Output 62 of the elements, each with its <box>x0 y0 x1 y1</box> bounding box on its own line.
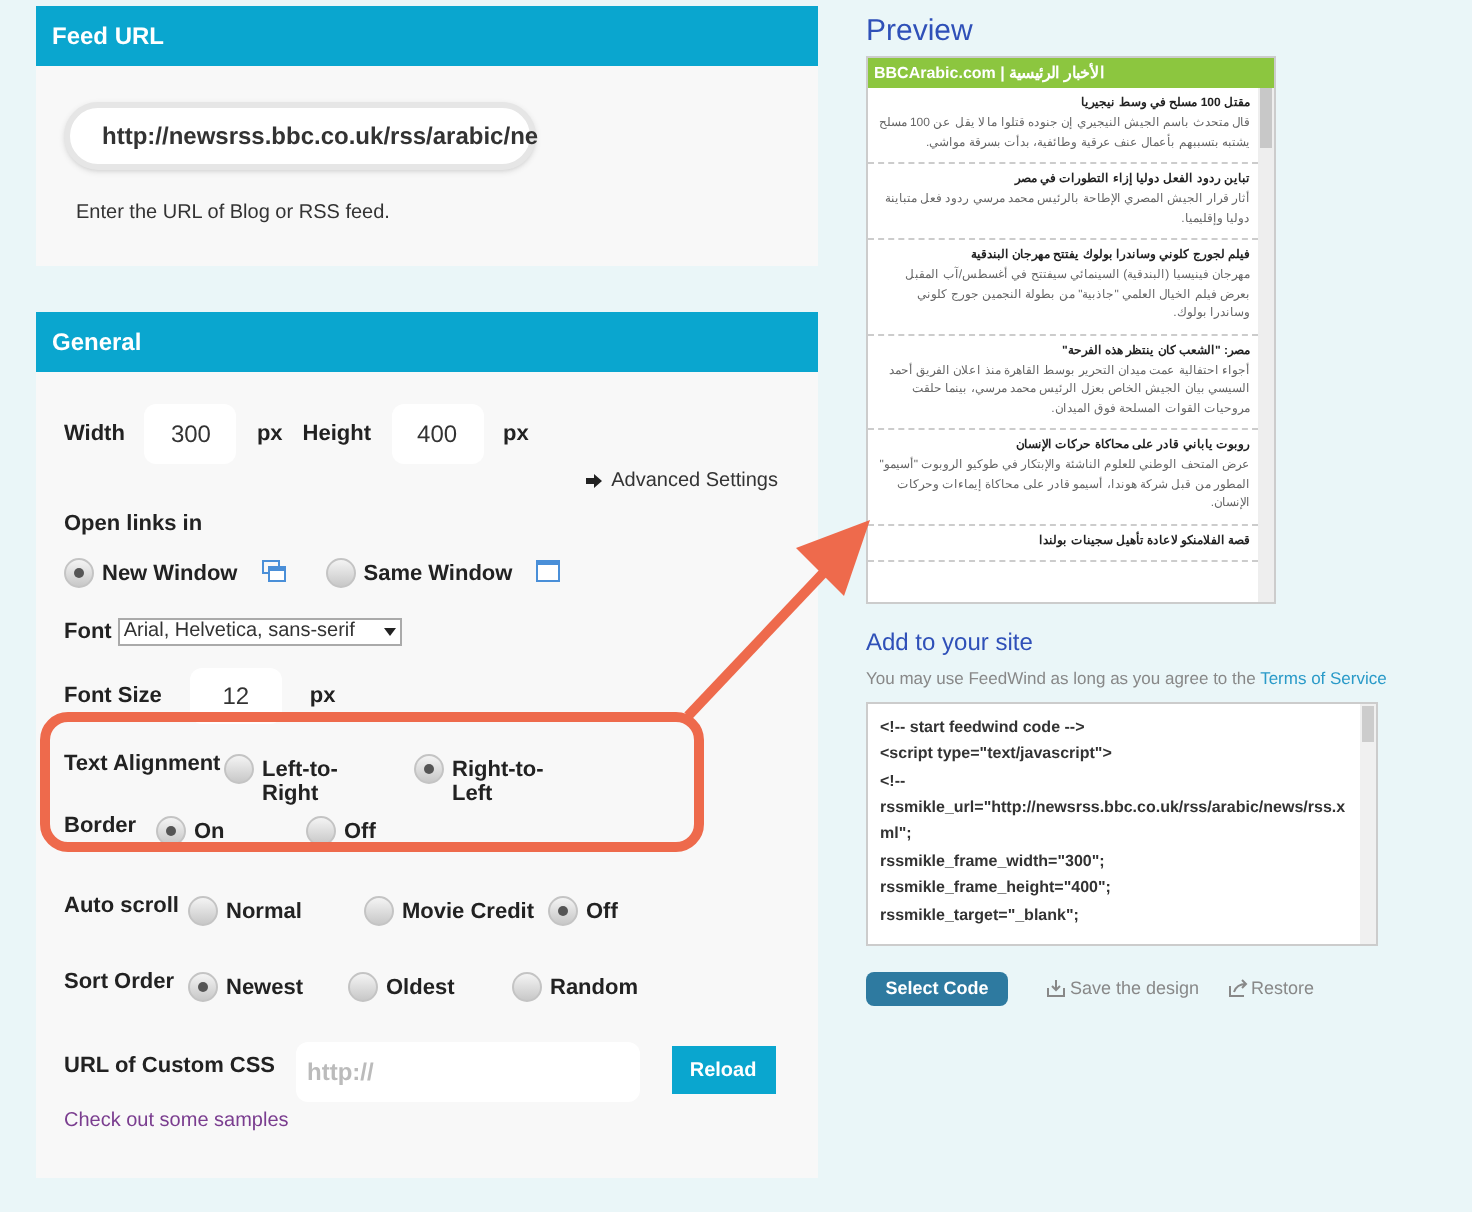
scrollbar[interactable] <box>1360 703 1376 944</box>
radio-button[interactable] <box>348 972 378 1002</box>
field-label: Border <box>64 814 139 840</box>
field-label: Font <box>64 617 112 647</box>
radio-label: Movie Credit <box>402 900 535 924</box>
radio-label: Off <box>344 820 376 844</box>
radio-button[interactable] <box>325 557 356 587</box>
widget-title: الأخبار الرئيسية | BBCArabic.com <box>868 58 1274 88</box>
code-textarea[interactable] <box>866 701 1378 946</box>
terms-notice: You may use FeedWind as long as you agree to the <box>866 668 1256 688</box>
radio-label: Oldest <box>386 976 455 1000</box>
scrollbar[interactable] <box>1258 88 1274 602</box>
radio-label: Off <box>586 900 618 924</box>
scrollbar-thumb[interactable] <box>1260 88 1272 148</box>
panel-header: General <box>36 312 818 372</box>
windows-icon <box>261 560 286 582</box>
hint-text: Enter the URL of Blog or RSS feed. <box>76 200 392 228</box>
radio-label: Normal <box>226 900 302 924</box>
radio-button[interactable] <box>414 754 444 784</box>
radio-label: Right-to- Left <box>452 758 544 806</box>
height-field[interactable]: 400 <box>391 404 484 464</box>
embed-code: <!-- start feedwind code --> <script type="text/javascript"> <!-- rssmikle_url="http://newsrss.bbc.co.uk/rss/arabic/news/rss.xml"; rssmikle_frame_width="300"; rssmikle_frame_height="400"; rssmikle_target="_blank"; <box>878 715 1348 928</box>
radio-button[interactable] <box>548 896 578 926</box>
arrow-icon <box>585 473 602 487</box>
field-label: Height <box>302 419 372 450</box>
radio-label: Newest <box>226 976 304 1000</box>
radio-button[interactable] <box>364 896 394 926</box>
preview-title: Preview <box>866 14 975 50</box>
field-label: Text Alignment <box>64 752 223 778</box>
radio-button[interactable] <box>188 896 218 926</box>
radio-label: Same Window <box>363 561 513 585</box>
field-label: px <box>256 419 283 450</box>
field-label: px <box>309 681 336 712</box>
advanced-settings-link[interactable]: Advanced Settings <box>611 465 778 495</box>
radio-button[interactable] <box>512 972 542 1002</box>
field-label: Width <box>64 419 125 450</box>
field-label: px <box>503 419 529 450</box>
custom-css-field[interactable]: http:// <box>295 1042 640 1102</box>
field-label: Sort Order <box>64 970 177 996</box>
window-icon <box>536 560 561 582</box>
field-label: Auto scroll <box>64 894 181 920</box>
radio-button[interactable] <box>64 557 94 587</box>
dropdown-icon <box>383 627 396 636</box>
samples-link[interactable]: Check out some samples <box>64 1106 289 1136</box>
field-label: Font Size <box>64 681 162 712</box>
feed-url-field[interactable]: http://newsrss.bbc.co.uk/rss/arabic/ne <box>64 102 536 170</box>
field-label: Open links in <box>64 510 205 540</box>
share-icon <box>1227 978 1248 999</box>
font-select[interactable]: Arial, Helvetica, sans-serif <box>117 617 402 646</box>
radio-label: On <box>194 820 225 844</box>
radio-label: New Window <box>102 561 238 585</box>
download-icon <box>1046 978 1066 999</box>
width-field[interactable]: 300 <box>144 404 237 464</box>
scrollbar-thumb[interactable] <box>1362 705 1374 742</box>
field-label: URL of Custom CSS <box>64 1052 276 1082</box>
select-code-button[interactable]: Select Code <box>866 971 1008 1006</box>
add-site-title: Add to your site <box>866 626 1035 660</box>
radio-button[interactable] <box>188 972 218 1002</box>
radio-button[interactable] <box>224 754 254 784</box>
panel-header: Feed URL <box>36 6 818 66</box>
radio-label: Left-to- Right <box>262 758 338 806</box>
radio-label: Random <box>550 976 638 1000</box>
